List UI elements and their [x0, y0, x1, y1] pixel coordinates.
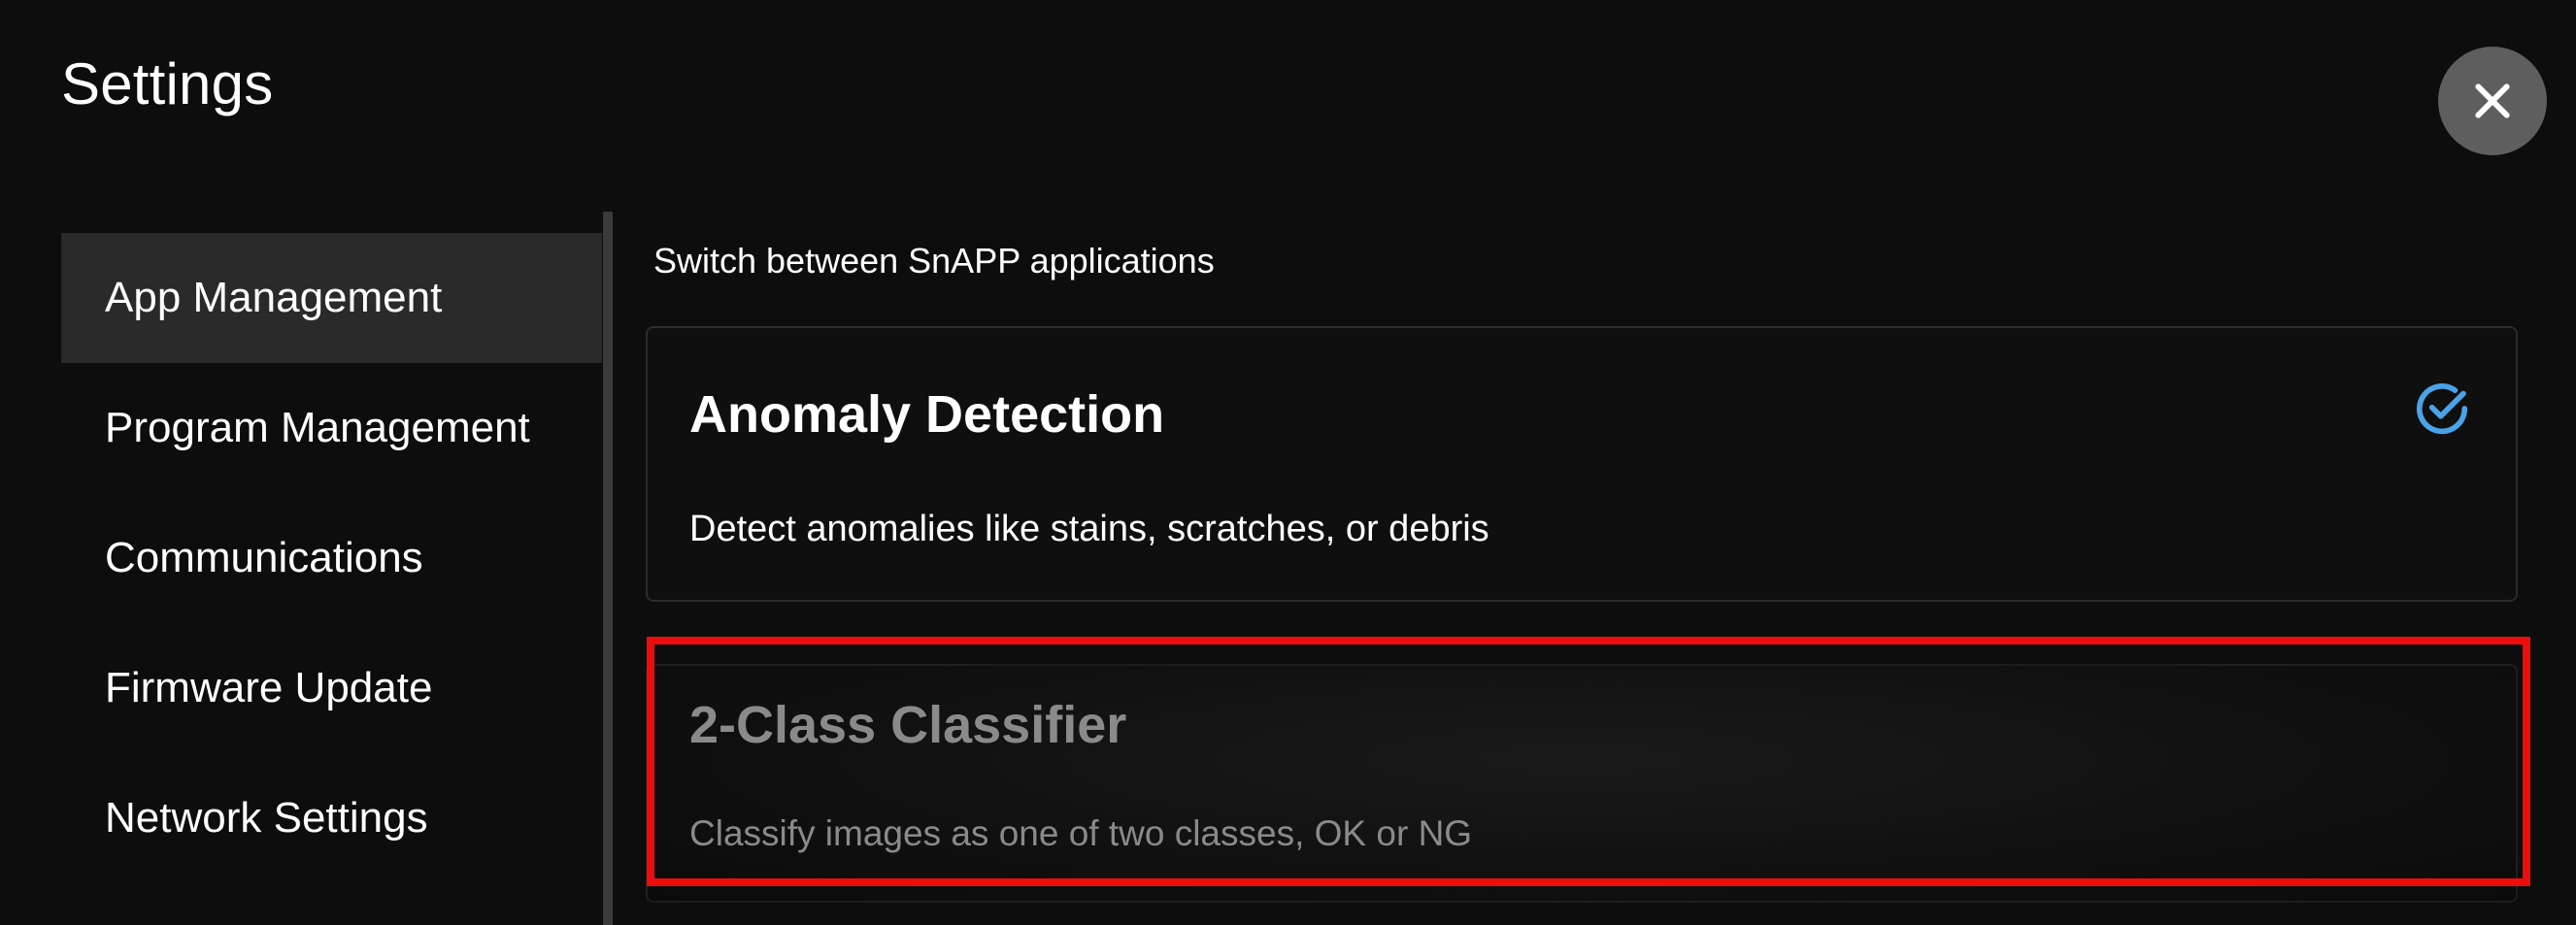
sidebar-item-label: Network Settings [105, 794, 428, 842]
dialog-title: Settings [61, 51, 274, 116]
section-description: Switch between SnAPP applications [653, 241, 1215, 281]
sidebar-item-app-management[interactable]: App Management [61, 233, 602, 363]
sidebar-item-communications[interactable]: Communications [61, 493, 602, 623]
settings-dialog: Settings App Management Program Manageme… [0, 0, 2576, 925]
sidebar-item-firmware-update[interactable]: Firmware Update [61, 623, 602, 753]
sidebar-item-label: Program Management [105, 404, 530, 451]
app-card-description: Detect anomalies like stains, scratches,… [689, 509, 1489, 549]
app-card-title: Anomaly Detection [689, 385, 1165, 444]
highlight-box [647, 637, 2530, 886]
settings-sidebar: App Management Program Management Commun… [61, 233, 602, 883]
sidebar-item-program-management[interactable]: Program Management [61, 363, 602, 493]
close-icon [2475, 83, 2510, 118]
sidebar-item-label: Firmware Update [105, 664, 433, 711]
app-card-anomaly-detection[interactable]: Anomaly Detection Detect anomalies like … [646, 326, 2518, 602]
check-circle-icon [2416, 383, 2468, 435]
sidebar-scrollbar[interactable] [603, 212, 613, 925]
sidebar-item-network-settings[interactable]: Network Settings [61, 753, 602, 883]
close-button[interactable] [2438, 47, 2547, 155]
sidebar-item-label: Communications [105, 534, 423, 581]
sidebar-item-label: App Management [105, 274, 443, 321]
